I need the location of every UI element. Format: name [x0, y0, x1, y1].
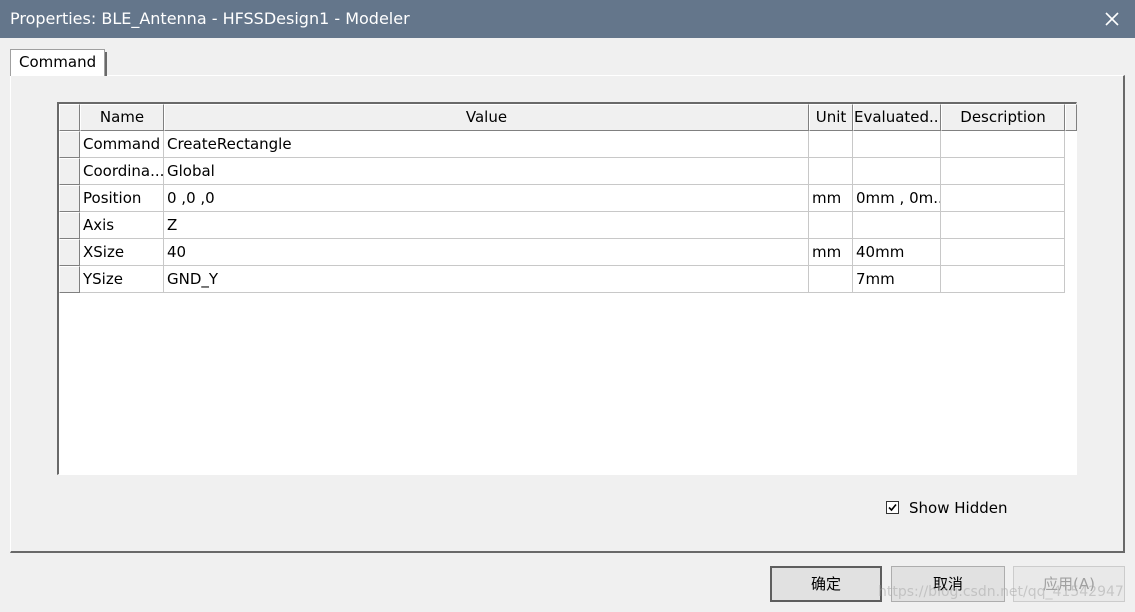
cell-name[interactable]: YSize	[80, 266, 164, 293]
cell-evaluated[interactable]	[853, 212, 941, 239]
column-header-unit[interactable]: Unit	[809, 104, 853, 131]
checkbox-box[interactable]	[886, 501, 899, 514]
cell-name[interactable]: Coordina...	[80, 158, 164, 185]
cell-description[interactable]	[941, 266, 1065, 293]
row-header[interactable]	[59, 158, 80, 185]
title-bar: Properties: BLE_Antenna - HFSSDesign1 - …	[0, 0, 1135, 38]
cell-value[interactable]: Global	[164, 158, 809, 185]
row-header[interactable]	[59, 131, 80, 158]
cell-unit[interactable]	[809, 131, 853, 158]
cell-evaluated[interactable]	[853, 158, 941, 185]
cell-name[interactable]: XSize	[80, 239, 164, 266]
cell-evaluated[interactable]	[853, 131, 941, 158]
cell-value[interactable]: 40	[164, 239, 809, 266]
show-hidden-label: Show Hidden	[909, 499, 1008, 517]
cell-value[interactable]: CreateRectangle	[164, 131, 809, 158]
close-button[interactable]	[1089, 0, 1135, 38]
cell-value[interactable]: 0 ,0 ,0	[164, 185, 809, 212]
cell-description[interactable]	[941, 185, 1065, 212]
row-header[interactable]	[59, 266, 80, 293]
row-header[interactable]	[59, 185, 80, 212]
row-header[interactable]	[59, 239, 80, 266]
cell-unit[interactable]: mm	[809, 239, 853, 266]
cell-evaluated[interactable]: 7mm	[853, 266, 941, 293]
cell-name[interactable]: Position	[80, 185, 164, 212]
corner-header	[59, 104, 80, 131]
window-title: Properties: BLE_Antenna - HFSSDesign1 - …	[10, 9, 410, 28]
cell-unit[interactable]	[809, 158, 853, 185]
column-header-description[interactable]: Description	[941, 104, 1065, 131]
cell-unit[interactable]: mm	[809, 185, 853, 212]
cell-description[interactable]	[941, 212, 1065, 239]
cell-name[interactable]: Axis	[80, 212, 164, 239]
column-header-value[interactable]: Value	[164, 104, 809, 131]
checkmark-icon	[888, 503, 897, 512]
cell-value[interactable]: GND_Y	[164, 266, 809, 293]
tab-label: Command	[19, 53, 97, 71]
header-filler	[1065, 104, 1077, 131]
cell-evaluated[interactable]: 0mm , 0m...	[853, 185, 941, 212]
cell-description[interactable]	[941, 239, 1065, 266]
cell-unit[interactable]	[809, 266, 853, 293]
cell-evaluated[interactable]: 40mm	[853, 239, 941, 266]
cell-description[interactable]	[941, 158, 1065, 185]
cell-value[interactable]: Z	[164, 212, 809, 239]
close-icon	[1105, 12, 1119, 26]
ok-button[interactable]: 确定	[770, 566, 882, 602]
row-header[interactable]	[59, 212, 80, 239]
column-header-name[interactable]: Name	[80, 104, 164, 131]
tab-command[interactable]: Command	[10, 49, 108, 76]
column-header-evaluated[interactable]: Evaluated...	[853, 104, 941, 131]
cell-name[interactable]: Command	[80, 131, 164, 158]
watermark-text: https://blog.csdn.net/qq_41542947	[878, 584, 1124, 600]
properties-grid: Name Value Unit Evaluated... Description…	[57, 102, 1077, 475]
cell-description[interactable]	[941, 131, 1065, 158]
cell-unit[interactable]	[809, 212, 853, 239]
